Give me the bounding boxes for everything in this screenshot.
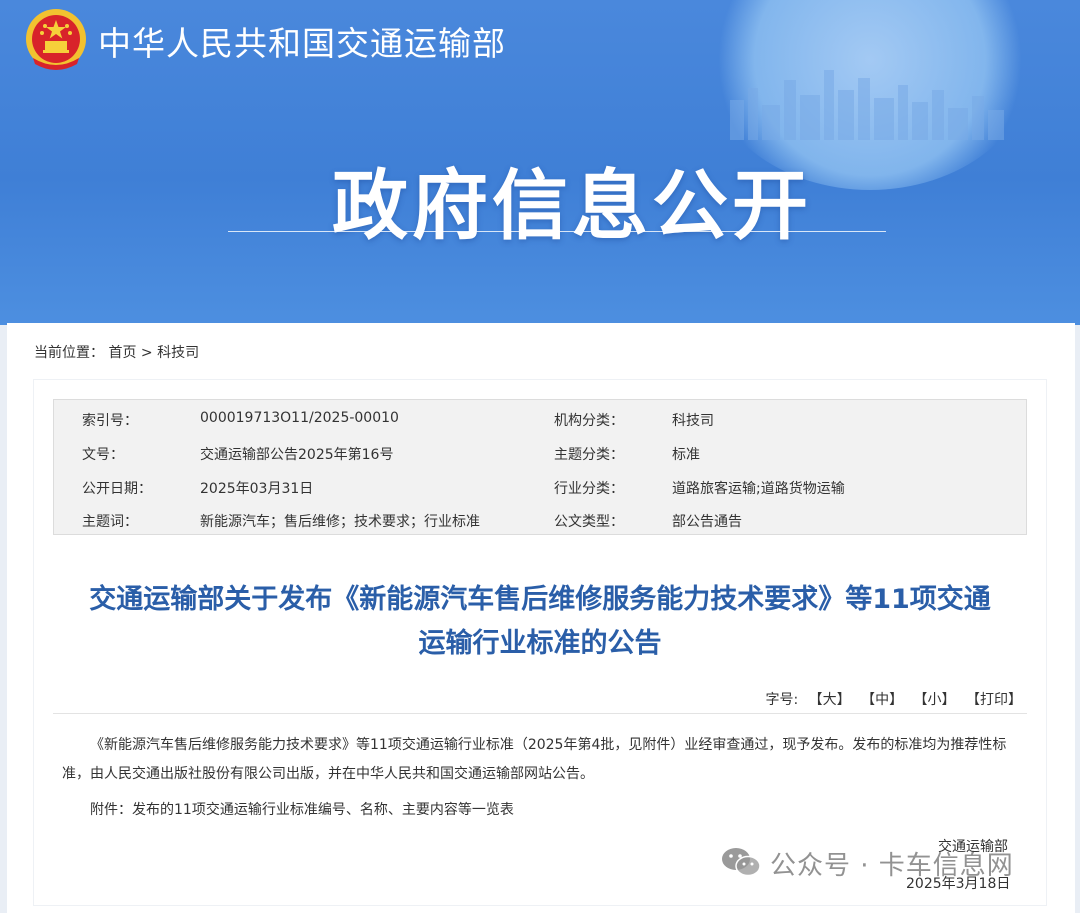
meta-value-topic: 标准 [672, 447, 700, 463]
meta-key-agency: 机构分类： [554, 413, 624, 429]
meta-value-keywords: 新能源汽车；售后维修；技术要求；行业标准 [200, 514, 480, 530]
meta-value-agency: 科技司 [672, 413, 714, 429]
banner-divider [228, 231, 886, 232]
font-size-medium-button[interactable]: 【中】 [861, 692, 903, 708]
breadcrumb-current-link[interactable]: 科技司 [157, 345, 199, 361]
attachment-link[interactable]: 附件：发布的11项交通运输行业标准编号、名称、主要内容等一览表 [62, 796, 1017, 825]
document-meta-table: 索引号： 000019713O11/2025-00010 机构分类： 科技司 文… [53, 399, 1027, 535]
meta-value-index: 000019713O11/2025-00010 [200, 410, 399, 426]
ministry-name[interactable]: 中华人民共和国交通运输部 [98, 17, 506, 65]
watermark: 公众号 · 卡车信息网 [720, 845, 1050, 881]
font-size-small-button[interactable]: 【小】 [914, 692, 956, 708]
national-emblem-icon [26, 9, 86, 70]
city-skyline-icon [730, 70, 1004, 140]
meta-key-doc-number: 文号： [82, 447, 124, 463]
font-size-label: 字号: [765, 692, 799, 708]
meta-value-doc-number: 交通运输部公告2025年第16号 [200, 447, 394, 463]
meta-value-doc-type: 部公告通告 [672, 514, 742, 530]
meta-key-keywords: 主题词： [82, 514, 138, 530]
breadcrumb: 当前位置： 首页 > 科技司 [34, 342, 199, 362]
meta-key-topic: 主题分类： [554, 447, 624, 463]
banner-title: 政府信息公开 [332, 161, 812, 250]
meta-key-doc-type: 公文类型： [554, 514, 624, 530]
font-size-large-button[interactable]: 【大】 [809, 692, 851, 708]
article-title-line-2: 运输行业标准的公告 [418, 628, 662, 659]
article-title: 交通运输部关于发布《新能源汽车售后维修服务能力技术要求》等11项交通 运输行业标… [40, 578, 1040, 666]
meta-key-publish-date: 公开日期： [82, 481, 152, 497]
breadcrumb-separator: > [140, 345, 153, 361]
watermark-text: 公众号 · 卡车信息网 [770, 851, 1014, 881]
title-divider [53, 713, 1027, 714]
meta-key-industry: 行业分类： [554, 481, 624, 497]
header-banner: 中华人民共和国交通运输部 政府信息公开 [0, 0, 1080, 325]
meta-value-industry: 道路旅客运输;道路货物运输 [672, 481, 845, 497]
meta-key-index: 索引号： [82, 413, 138, 429]
article-paragraph: 《新能源汽车售后维修服务能力技术要求》等11项交通运输行业标准（2025年第4批… [62, 737, 1007, 782]
meta-value-publish-date: 2025年03月31日 [200, 481, 314, 497]
article-title-line-1: 交通运输部关于发布《新能源汽车售后维修服务能力技术要求》等11项交通 [89, 584, 991, 615]
breadcrumb-label: 当前位置： [34, 345, 104, 361]
font-size-controls: 字号: 【大】 【中】 【小】 【打印】 [765, 689, 1022, 709]
breadcrumb-home-link[interactable]: 首页 [108, 345, 136, 361]
print-button[interactable]: 【打印】 [966, 692, 1022, 708]
wechat-icon [722, 848, 761, 877]
